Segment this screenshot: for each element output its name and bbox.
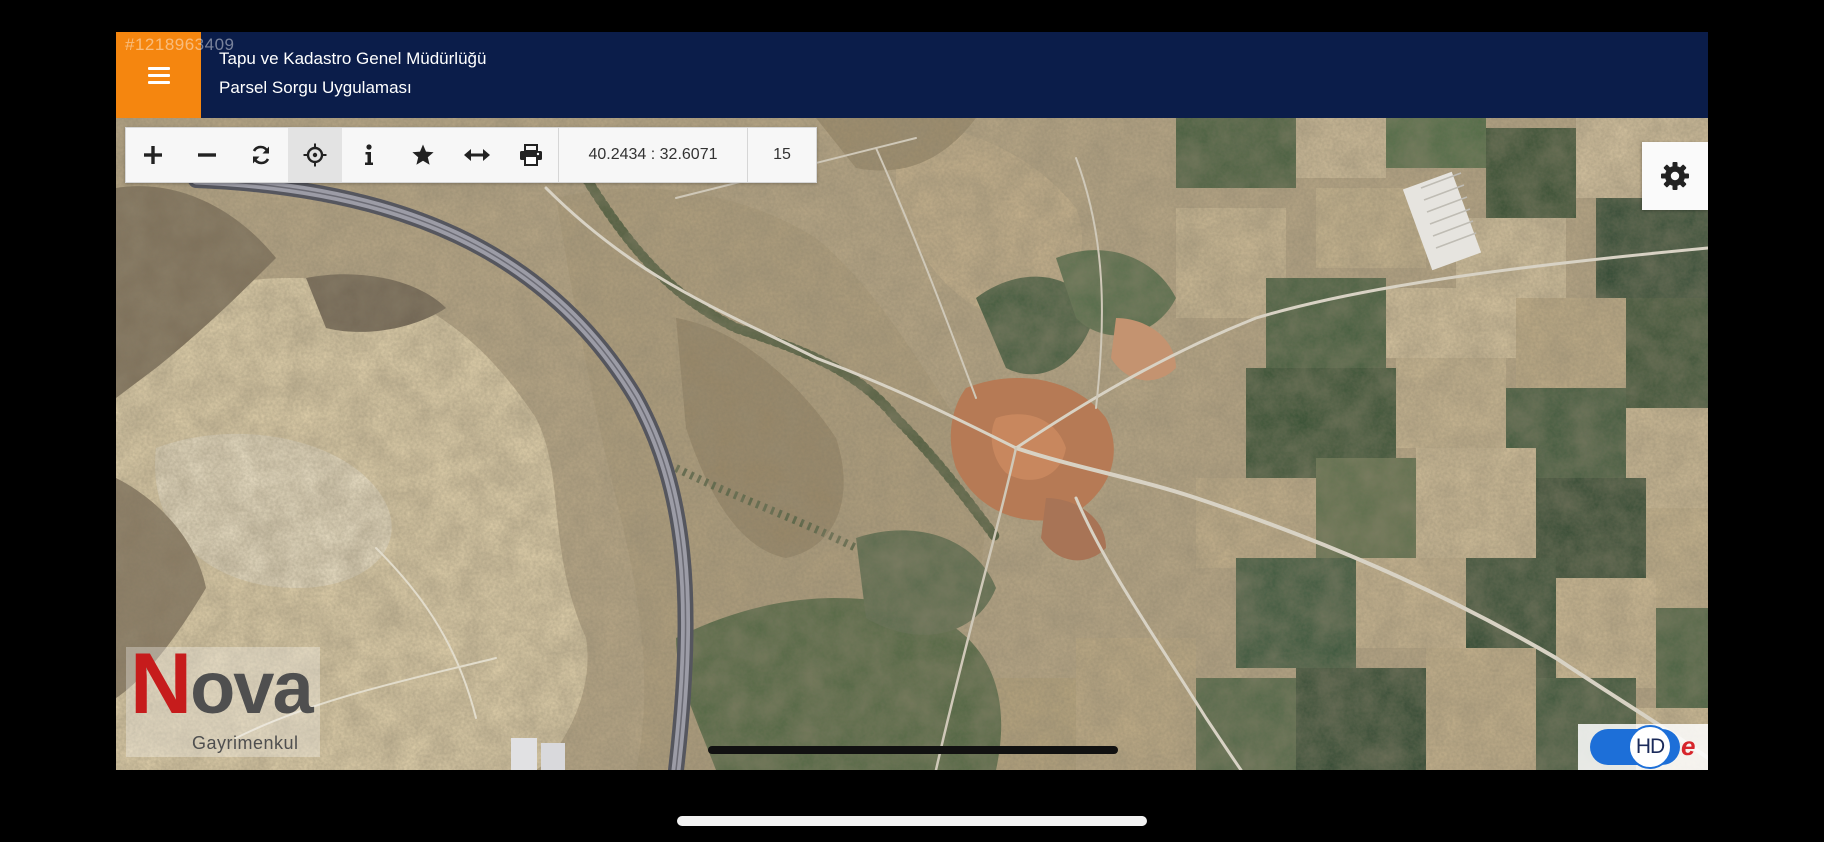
info-icon	[365, 144, 373, 165]
app-header: #1218963409 Tapu ve Kadastro Genel Müdür…	[116, 32, 1708, 118]
favorite-button[interactable]	[396, 128, 450, 182]
plus-icon	[144, 146, 162, 164]
gear-icon	[1661, 162, 1689, 190]
star-icon	[412, 144, 434, 165]
map-toolbar: 40.2434 : 32.6071 15	[125, 127, 817, 183]
locate-button[interactable]	[288, 128, 342, 182]
satellite-imagery	[116, 118, 1708, 770]
minus-icon	[198, 153, 216, 157]
print-icon	[520, 144, 542, 166]
scroll-indicator	[708, 746, 1118, 754]
crosshair-icon	[303, 143, 327, 167]
home-indicator[interactable]	[677, 816, 1147, 826]
hamburger-menu-icon	[147, 66, 170, 84]
hd-badge: HD e	[1578, 724, 1708, 770]
measure-button[interactable]	[450, 128, 504, 182]
measure-arrows-icon	[464, 149, 490, 161]
satellite-map[interactable]	[116, 118, 1708, 770]
zoom-level-readout: 15	[747, 128, 816, 182]
nova-wordmark: Nova	[130, 636, 314, 732]
refresh-button[interactable]	[234, 128, 288, 182]
info-button[interactable]	[342, 128, 396, 182]
refresh-icon	[252, 145, 270, 165]
parcel-query-app: #1218963409 Tapu ve Kadastro Genel Müdür…	[116, 32, 1708, 770]
watermark-tagline: Gayrimenkul	[192, 733, 299, 753]
nova-gayrimenkul-watermark: Nova Gayrimenkul	[126, 641, 320, 757]
settings-button[interactable]	[1642, 142, 1708, 210]
hd-suffix: e	[1681, 731, 1696, 761]
hd-label: HD	[1628, 725, 1672, 769]
header-title: Tapu ve Kadastro Genel Müdürlüğü	[219, 49, 487, 68]
print-button[interactable]	[504, 128, 558, 182]
zoom-in-button[interactable]	[126, 128, 180, 182]
zoom-out-button[interactable]	[180, 128, 234, 182]
coordinates-readout: 40.2434 : 32.6071	[558, 128, 747, 182]
header-subtitle: Parsel Sorgu Uygulaması	[219, 78, 412, 97]
